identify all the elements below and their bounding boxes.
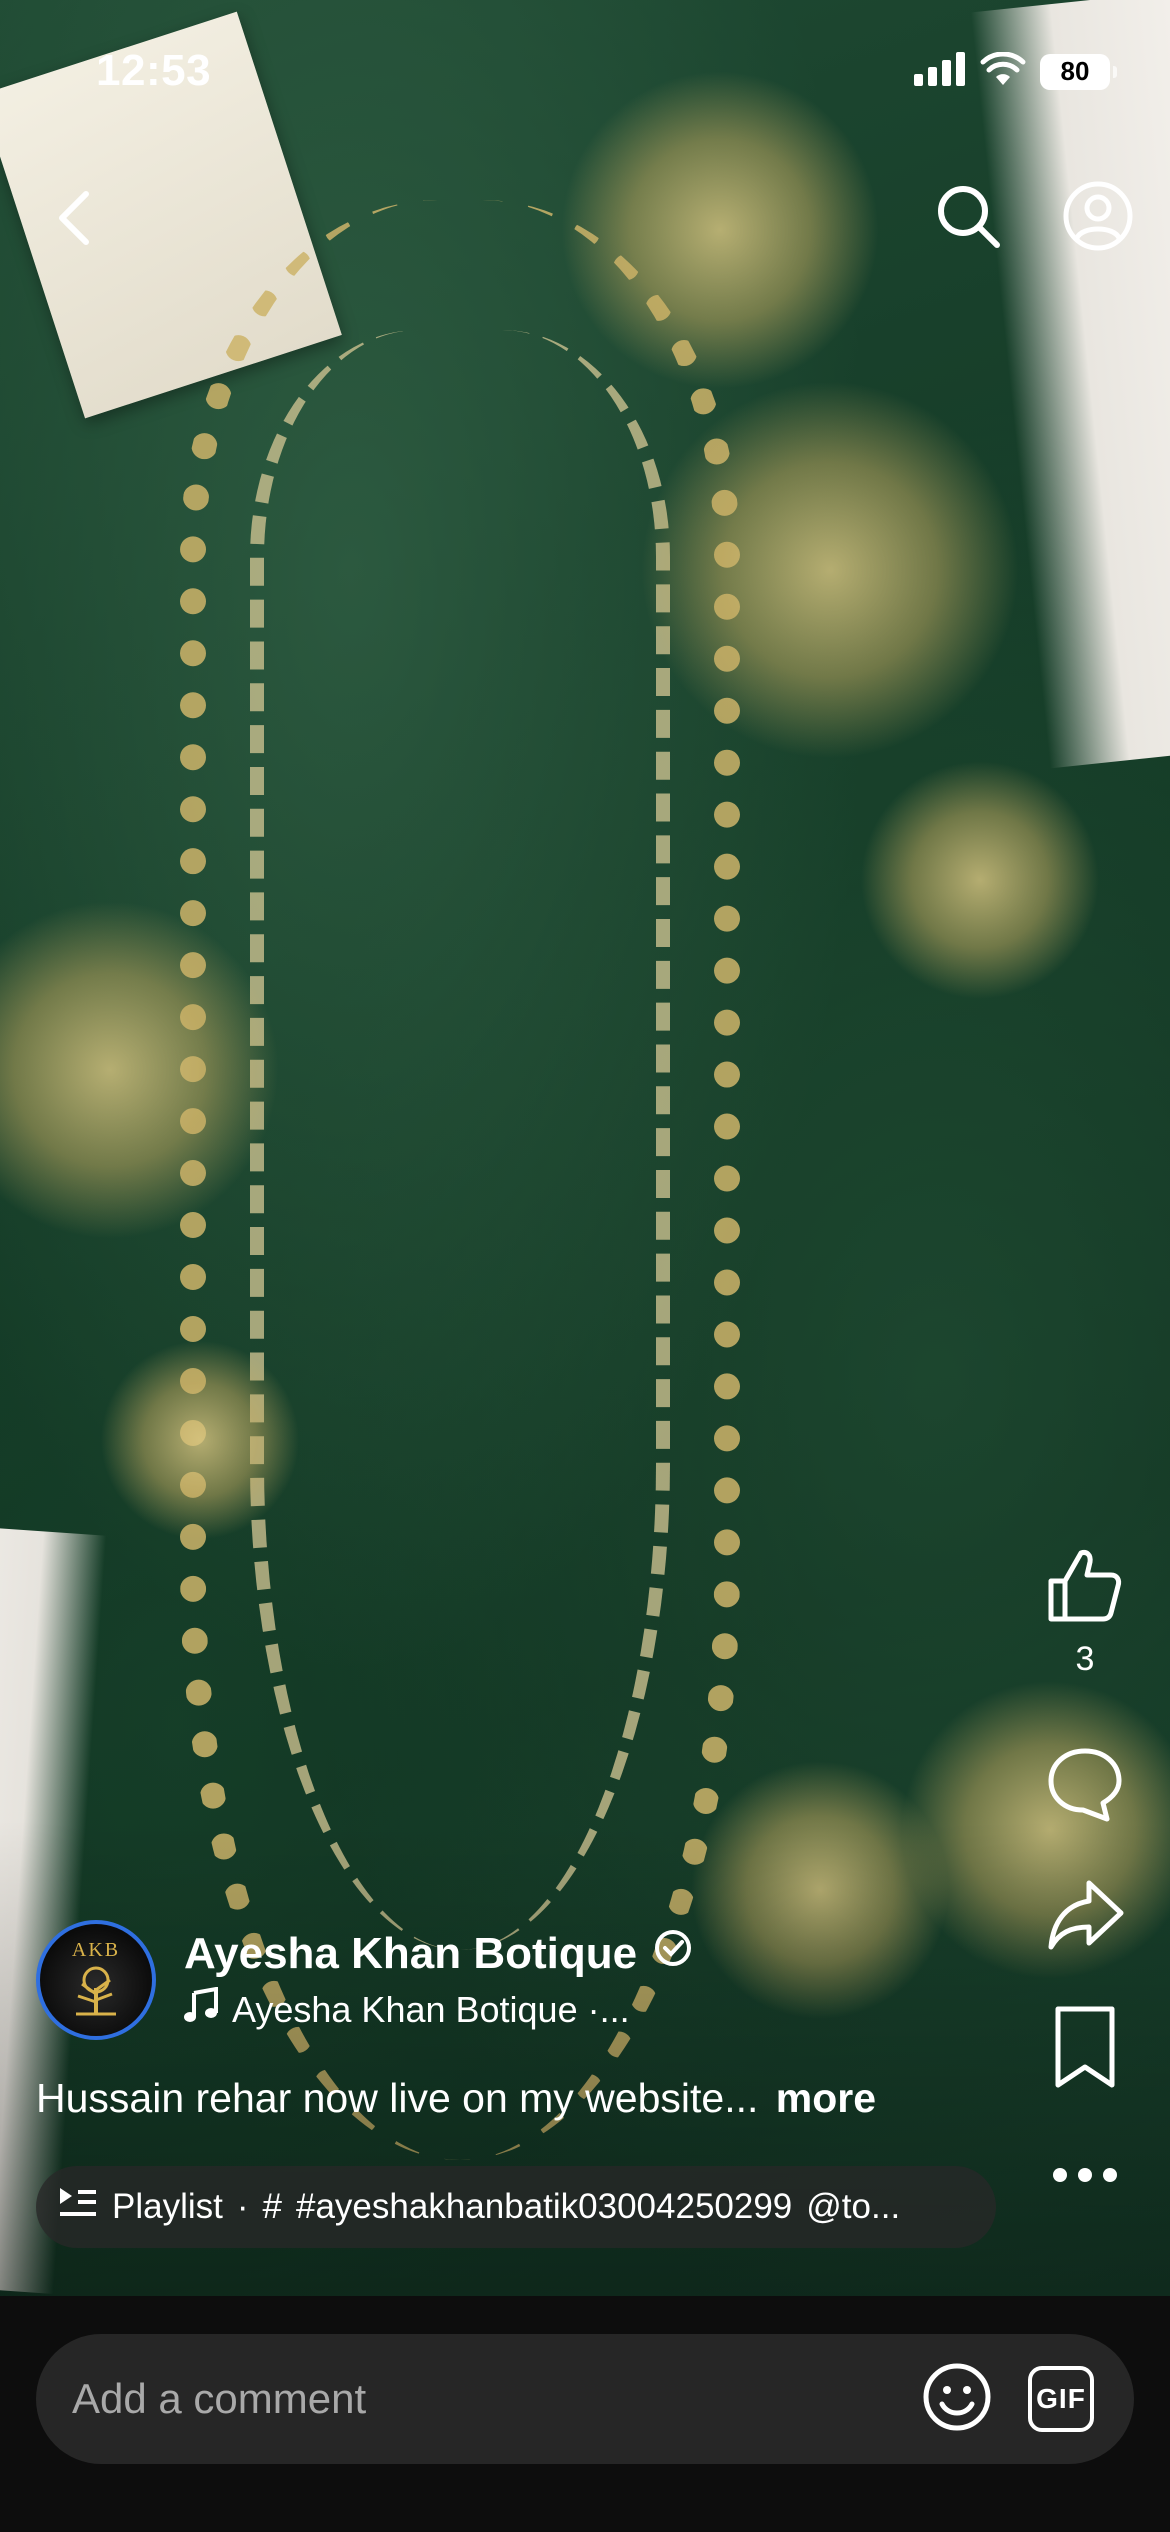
comment-placeholder[interactable]: Add a comment [72, 2375, 890, 2423]
account-button[interactable] [1058, 178, 1138, 258]
comment-input[interactable]: Add a comment GIF [36, 2334, 1134, 2464]
save-button[interactable] [1035, 2005, 1135, 2094]
share-button[interactable] [1035, 1875, 1135, 1960]
verified-icon [653, 1928, 693, 1979]
cellular-signal-icon [914, 52, 966, 91]
like-count: 3 [1075, 1640, 1095, 1678]
profile-icon [1062, 180, 1134, 257]
emoji-button[interactable] [920, 2362, 994, 2436]
comment-button[interactable] [1035, 1745, 1135, 1830]
caption-more-link[interactable]: more [776, 2075, 876, 2121]
search-icon [933, 181, 1003, 256]
audio-source-row[interactable]: Ayesha Khan Botique ·... [184, 1986, 693, 2032]
share-icon [1045, 1875, 1125, 1960]
emoji-icon [922, 2362, 992, 2437]
like-button[interactable]: 3 [1035, 1545, 1135, 1679]
back-icon [52, 188, 96, 253]
gif-button[interactable]: GIF [1024, 2362, 1098, 2436]
status-bar: 12:53 80 [0, 0, 1170, 140]
wifi-icon [980, 51, 1026, 91]
music-note-icon [184, 1986, 218, 2032]
gif-icon: GIF [1028, 2366, 1094, 2432]
more-button[interactable] [1035, 2165, 1135, 2190]
status-time: 12:53 [96, 46, 212, 95]
hashtag-link[interactable]: #ayeshakhanbatik03004250299 [296, 2187, 792, 2227]
channel-text: Ayesha Khan Botique Ayesha Khan Botique … [184, 1928, 693, 2032]
embroidery-motif [860, 760, 1100, 1000]
channel-name-row[interactable]: Ayesha Khan Botique [184, 1928, 693, 1979]
status-icons: 80 [914, 51, 1117, 91]
search-button[interactable] [928, 178, 1008, 258]
caption-text: Hussain rehar now live on my website... [36, 2075, 759, 2121]
playlist-label: Playlist [112, 2187, 223, 2226]
embroidery-motif [100, 1340, 300, 1540]
save-icon [1050, 2005, 1120, 2094]
tree-logo-icon [66, 1964, 126, 2021]
like-icon [1045, 1545, 1125, 1630]
playlist-icon [58, 2186, 98, 2229]
audio-source-label[interactable]: Ayesha Khan Botique ·... [232, 1989, 630, 2031]
playlist-bar[interactable]: Playlist · # #ayeshakhanbatik03004250299… [36, 2166, 996, 2248]
back-button[interactable] [34, 180, 114, 260]
embroidery-motif [640, 380, 1020, 760]
avatar-logo-text: AKB [71, 1939, 121, 1961]
avatar[interactable]: AKB [36, 1920, 156, 2040]
embroidered-neckline-inner [250, 330, 670, 1950]
comment-icon [1045, 1745, 1125, 1830]
comment-bar: Add a comment GIF [0, 2296, 1170, 2532]
more-icon [1050, 2165, 1120, 2190]
channel-info[interactable]: AKB Ayesha Khan Botique Ayesha Khan Boti… [36, 1920, 693, 2040]
battery-indicator: 80 [1040, 53, 1117, 90]
video-caption[interactable]: Hussain rehar now live on my website... … [36, 2075, 876, 2122]
playlist-separator: · [236, 2187, 249, 2226]
channel-name[interactable]: Ayesha Khan Botique [184, 1929, 637, 1979]
hash-label: # [262, 2187, 282, 2226]
mention-link[interactable]: @to... [806, 2187, 900, 2227]
